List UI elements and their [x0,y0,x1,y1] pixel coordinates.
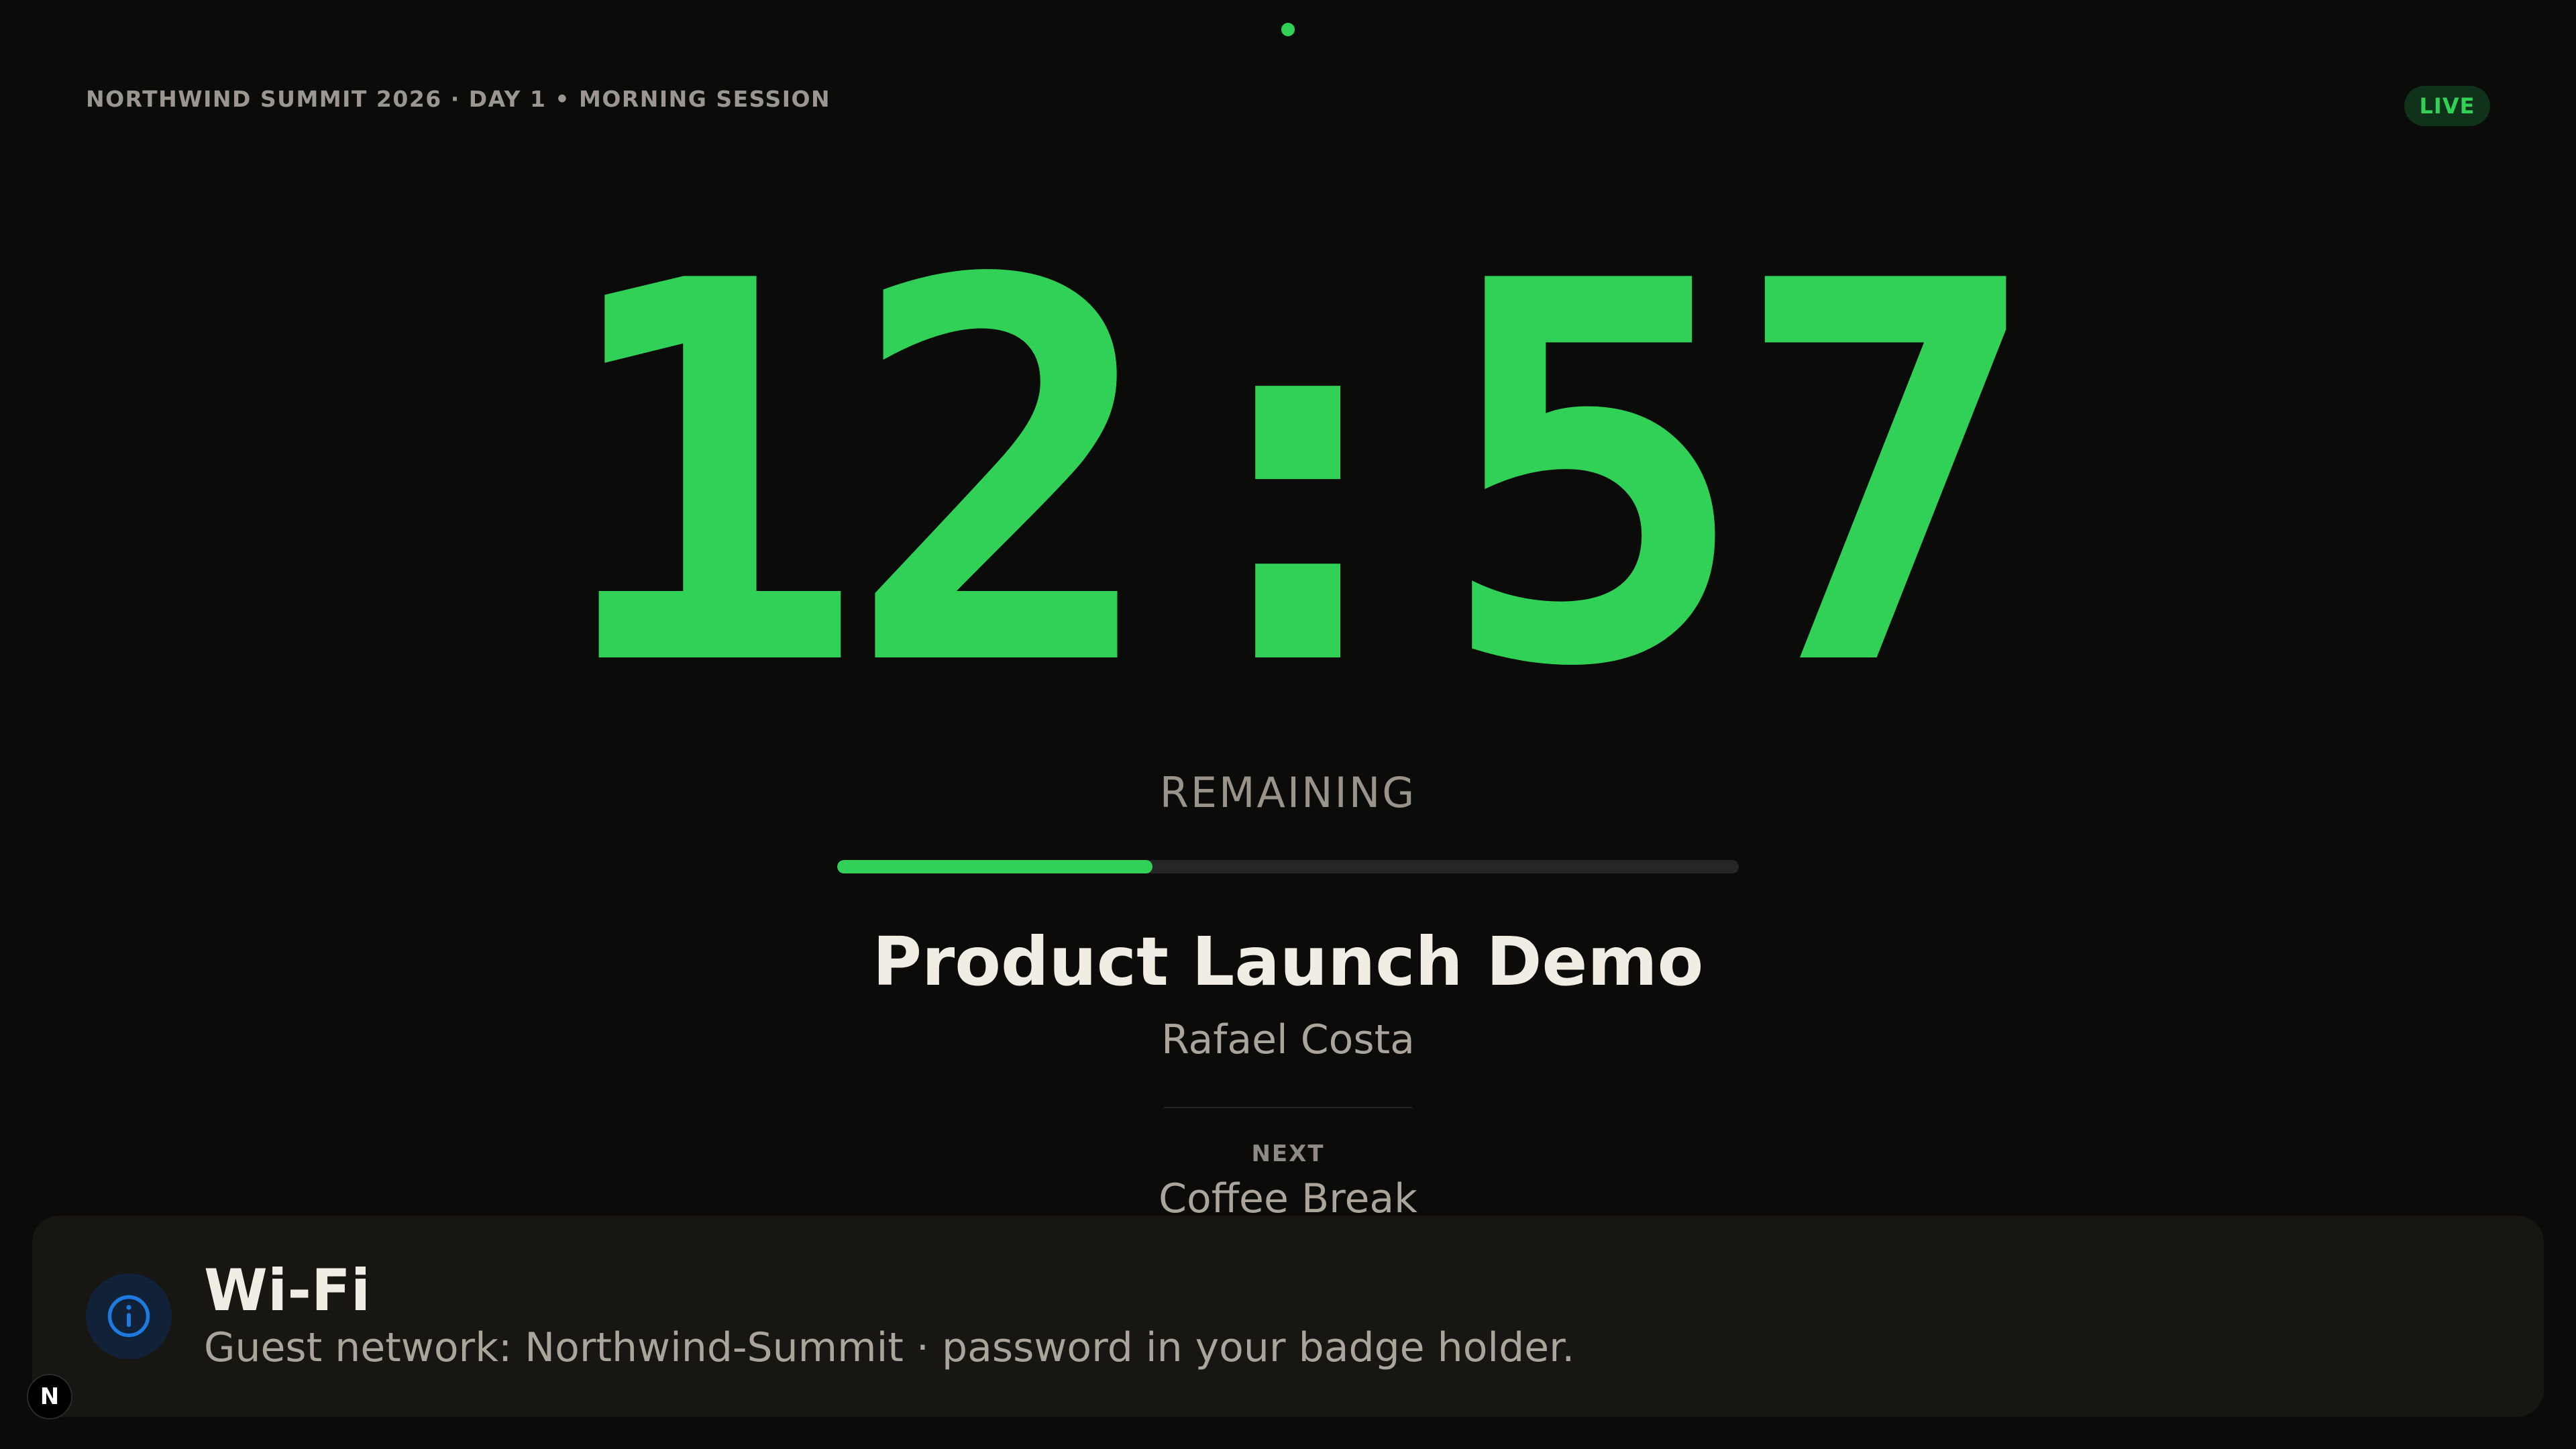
remaining-label: REMAINING [1159,768,1417,817]
progress-bar [837,860,1739,873]
progress-fill [837,860,1153,873]
session-title: Product Launch Demo [872,922,1704,1001]
announcement-title: Wi-Fi [204,1257,371,1324]
countdown-timer: 12:57 [551,172,2045,781]
announcement-body: Guest network: Northwind-Summit · passwo… [204,1324,1575,1371]
live-badge: LIVE [2404,86,2490,126]
divider [1164,1107,1412,1108]
session-header: NORTHWIND SUMMIT 2026 · DAY 1 • MORNING … [86,86,831,112]
announcement-banner: Wi-Fi Guest network: Northwind-Summit · … [32,1216,2544,1417]
status-dot [1281,23,1295,36]
countdown-screen: NORTHWIND SUMMIT 2026 · DAY 1 • MORNING … [0,0,2576,1449]
info-icon [86,1273,172,1359]
corner-logo-badge[interactable]: N [27,1374,72,1419]
next-label: NEXT [1251,1140,1325,1167]
speaker-name: Rafael Costa [1161,1016,1415,1063]
